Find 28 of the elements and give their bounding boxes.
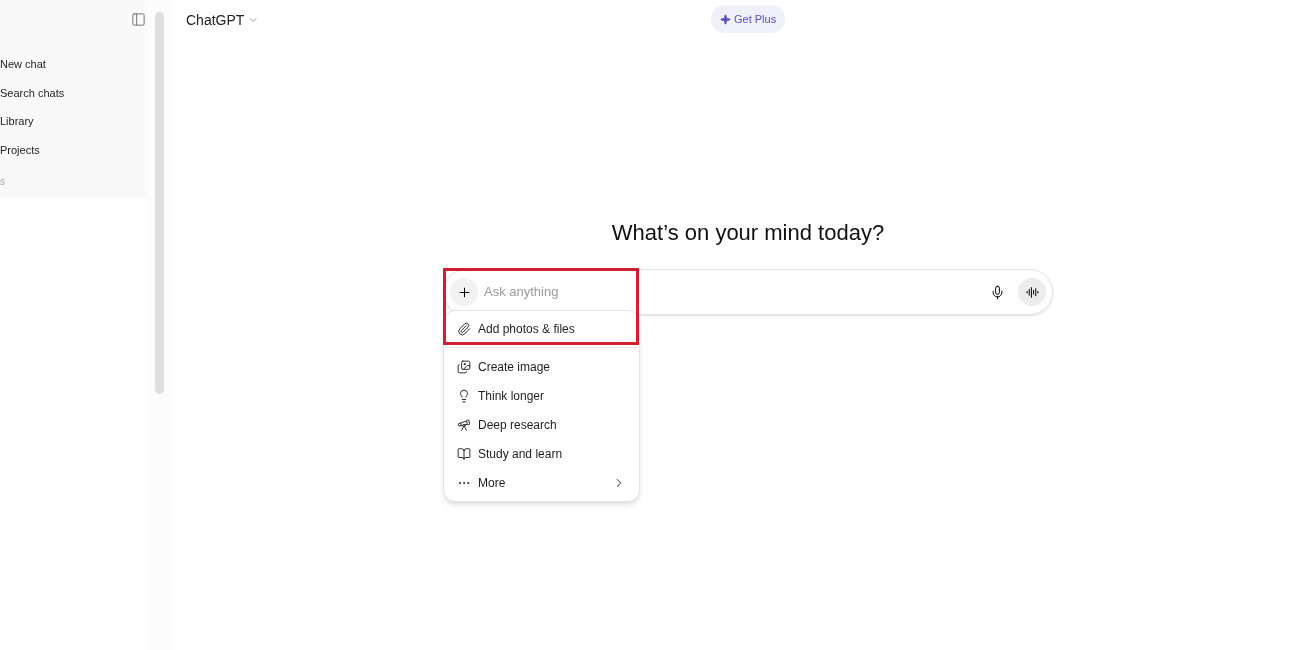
plus-icon: [456, 284, 472, 300]
paperclip-icon: [457, 321, 471, 336]
microphone-icon[interactable]: [990, 284, 1005, 300]
sidebar-toggle-icon[interactable]: [131, 12, 146, 27]
telescope-icon: [457, 417, 471, 432]
sidebar-item[interactable]: Library: [0, 107, 147, 137]
model-selector[interactable]: ChatGPT: [186, 9, 260, 31]
heading: What’s on your mind today?: [611, 219, 885, 247]
voice-button[interactable]: [1018, 278, 1046, 306]
menu-item[interactable]: More: [444, 468, 639, 497]
menu-item[interactable]: Study and learn: [444, 439, 639, 468]
prompt-field[interactable]: Ask anything: [484, 282, 990, 302]
menu-item[interactable]: Think longer: [444, 381, 639, 410]
sidebar-item[interactable]: Search chats: [0, 78, 147, 108]
lightbulb-icon: [457, 388, 471, 403]
menu-item[interactable]: Create image: [444, 352, 639, 381]
images-icon: [457, 359, 471, 374]
book-icon: [457, 446, 471, 461]
section-label: s: [0, 174, 6, 189]
sparkle-icon: [720, 13, 731, 25]
sidebar-item[interactable]: Projects: [0, 136, 147, 165]
waveform-icon: [1025, 285, 1039, 299]
upgrade-button[interactable]: Get Plus: [711, 5, 786, 33]
add-button[interactable]: [450, 278, 478, 306]
scrollbar[interactable]: [155, 12, 164, 394]
sidebar-item[interactable]: New chat: [0, 50, 147, 79]
menu-item[interactable]: Deep research: [444, 410, 639, 439]
menu-item[interactable]: Add photos & files: [444, 314, 639, 343]
